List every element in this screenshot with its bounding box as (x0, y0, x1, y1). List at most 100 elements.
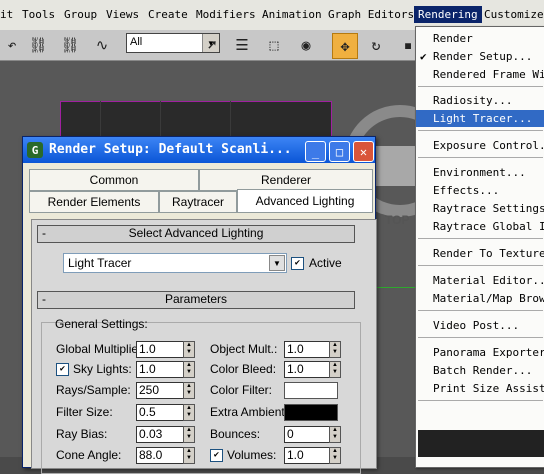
object-mult-spinner[interactable]: 1.0 ▲ ▼ (284, 341, 341, 358)
menu-item-render-setup[interactable]: ✔ Render Setup... (416, 48, 544, 65)
spinner-arrows-icon[interactable]: ▲ ▼ (329, 361, 341, 378)
rollout-select-advanced-lighting[interactable]: - Select Advanced Lighting (37, 225, 355, 243)
color-bleed-spinner[interactable]: 1.0 ▲ ▼ (284, 361, 341, 378)
menu-create[interactable]: Create (148, 8, 188, 21)
tab-common[interactable]: Common (29, 169, 199, 191)
menu-rendering[interactable]: Rendering (414, 6, 482, 23)
select-link-icon[interactable]: ⛓ (26, 33, 50, 57)
rectangle-selection-icon[interactable]: ⬚ (262, 33, 286, 57)
menu-edit[interactable]: it (0, 8, 13, 21)
menu-item-raytrace-global-include[interactable]: Raytrace Global Include/Exclude... (416, 218, 544, 235)
menu-tools[interactable]: Tools (22, 8, 55, 21)
menu-item-environment[interactable]: Environment... (416, 164, 544, 181)
advanced-lighting-plugin-select[interactable]: Light Tracer ▼ (63, 253, 287, 273)
bounces-label: Bounces: (210, 427, 261, 441)
menu-item-print-size-assistant[interactable]: Print Size Assistant... (416, 380, 544, 397)
sky-lights-checkbox[interactable]: ✔ (56, 363, 69, 376)
menu-views[interactable]: Views (106, 8, 139, 21)
menu-item-batch-render[interactable]: Batch Render... (416, 362, 544, 379)
select-object-icon[interactable]: ➚ (200, 33, 224, 57)
menu-graph-editors[interactable]: Graph Editors (328, 8, 414, 21)
bounces-spinner[interactable]: 0 ▲ ▼ (284, 426, 341, 443)
menu-separator (418, 310, 543, 311)
spinner-arrows-icon[interactable]: ▲ ▼ (183, 447, 195, 464)
menu-separator (418, 400, 543, 401)
spinner-arrows-icon[interactable]: ▲ ▼ (183, 404, 195, 421)
ray-bias-spinner[interactable]: 0.03 ▲ ▼ (136, 426, 195, 443)
rays-sample-label: Rays/Sample: (56, 383, 131, 397)
bounces-value: 0 (287, 427, 294, 441)
sky-lights-value: 1.0 (139, 362, 156, 376)
menu-item-exposure-control[interactable]: Exposure Control... (416, 137, 544, 154)
general-settings-label: General Settings: (55, 317, 148, 331)
global-multiplier-spinner[interactable]: 1.0 ▲ ▼ (136, 341, 195, 358)
tab-renderer[interactable]: Renderer (199, 169, 373, 191)
spinner-arrows-icon[interactable]: ▲ ▼ (183, 426, 195, 443)
menu-item-material-map-browser[interactable]: Material/Map Browser... (416, 290, 544, 307)
app-icon: G (27, 142, 43, 158)
spinner-arrows-icon[interactable]: ▲ ▼ (329, 447, 341, 464)
window-crossing-icon[interactable]: ◉ (294, 33, 318, 57)
volumes-spinner[interactable]: 1.0 ▲ ▼ (284, 447, 341, 464)
menu-item-video-post[interactable]: Video Post... (416, 317, 544, 334)
rollout-parameters[interactable]: - Parameters (37, 291, 355, 309)
dialog-title: Render Setup: Default Scanli... (49, 142, 292, 157)
tab-raytracer[interactable]: Raytracer (159, 191, 237, 213)
checkmark-icon: ✔ (420, 50, 427, 63)
menu-item-rendered-frame-window[interactable]: Rendered Frame Window (416, 66, 544, 83)
rendering-menu: Render ✔ Render Setup... Rendered Frame W… (415, 26, 544, 468)
menu-item-render[interactable]: Render (416, 30, 544, 47)
close-icon[interactable]: ✕ (353, 141, 374, 162)
rollout-title: Parameters (164, 292, 228, 306)
tab-advanced-lighting[interactable]: Advanced Lighting (237, 189, 373, 213)
tab-render-elements[interactable]: Render Elements (29, 191, 159, 213)
spinner-arrows-icon[interactable]: ▲ ▼ (183, 341, 195, 358)
extra-ambient-label: Extra Ambient: (210, 405, 289, 419)
filter-size-label: Filter Size: (56, 405, 113, 419)
spinner-arrows-icon[interactable]: ▲ ▼ (183, 382, 195, 399)
sky-lights-spinner[interactable]: 1.0 ▲ ▼ (136, 361, 195, 378)
spinner-arrows-icon[interactable]: ▲ ▼ (329, 426, 341, 443)
maximize-icon[interactable]: □ (329, 141, 350, 162)
unlink-icon[interactable]: ⛓ (58, 33, 82, 57)
extra-ambient-swatch[interactable] (284, 404, 338, 421)
menu-animation[interactable]: Animation (262, 8, 322, 21)
move-icon[interactable]: ✥ (332, 33, 358, 59)
chevron-down-icon[interactable]: ▼ (269, 255, 285, 271)
rays-sample-value: 250 (139, 383, 160, 397)
viewcube-top-label: TOP (385, 213, 410, 227)
menu-item-effects[interactable]: Effects... (416, 182, 544, 199)
menu-group[interactable]: Group (64, 8, 97, 21)
spinner-arrows-icon[interactable]: ▲ ▼ (329, 341, 341, 358)
volumes-checkbox[interactable]: ✔ (210, 449, 223, 462)
cone-angle-value: 88.0 (139, 448, 163, 462)
color-bleed-label: Color Bleed: (210, 362, 277, 376)
active-checkbox[interactable]: ✔ (291, 257, 304, 270)
ray-bias-label: Ray Bias: (56, 427, 108, 441)
bind-space-warp-icon[interactable]: ∿ (90, 33, 114, 57)
menu-item-material-editor[interactable]: Material Editor... (416, 272, 544, 289)
menu-item-radiosity[interactable]: Radiosity... (416, 92, 544, 109)
minimize-icon[interactable]: _ (305, 141, 326, 162)
select-by-name-icon[interactable]: ☰ (230, 33, 254, 57)
menu-item-panorama-exporter[interactable]: Panorama Exporter... (416, 344, 544, 361)
volumes-label: Volumes: (227, 448, 277, 462)
menu-item-light-tracer[interactable]: Light Tracer... (416, 110, 544, 127)
status-strip (418, 430, 544, 457)
rotate-icon[interactable]: ↻ (364, 33, 388, 57)
rays-sample-spinner[interactable]: 250 ▲ ▼ (136, 382, 195, 399)
undo-icon[interactable]: ↶ (0, 33, 24, 57)
cone-angle-label: Cone Angle: (56, 448, 122, 462)
menu-customize[interactable]: Customize (484, 8, 544, 21)
filter-size-spinner[interactable]: 0.5 ▲ ▼ (136, 404, 195, 421)
color-filter-swatch[interactable] (284, 382, 338, 399)
sky-lights-label: Sky Lights: (73, 362, 132, 376)
menu-item-render-to-texture[interactable]: Render To Texture... (416, 245, 544, 262)
menu-modifiers[interactable]: Modifiers (196, 8, 256, 21)
dialog-titlebar[interactable]: G Render Setup: Default Scanli... _ □ ✕ (23, 137, 375, 163)
selection-filter-value: All (130, 36, 143, 48)
menu-item-raytrace-settings[interactable]: Raytrace Settings... (416, 200, 544, 217)
cone-angle-spinner[interactable]: 88.0 ▲ ▼ (136, 447, 195, 464)
menu-separator (418, 265, 543, 266)
spinner-arrows-icon[interactable]: ▲ ▼ (183, 361, 195, 378)
